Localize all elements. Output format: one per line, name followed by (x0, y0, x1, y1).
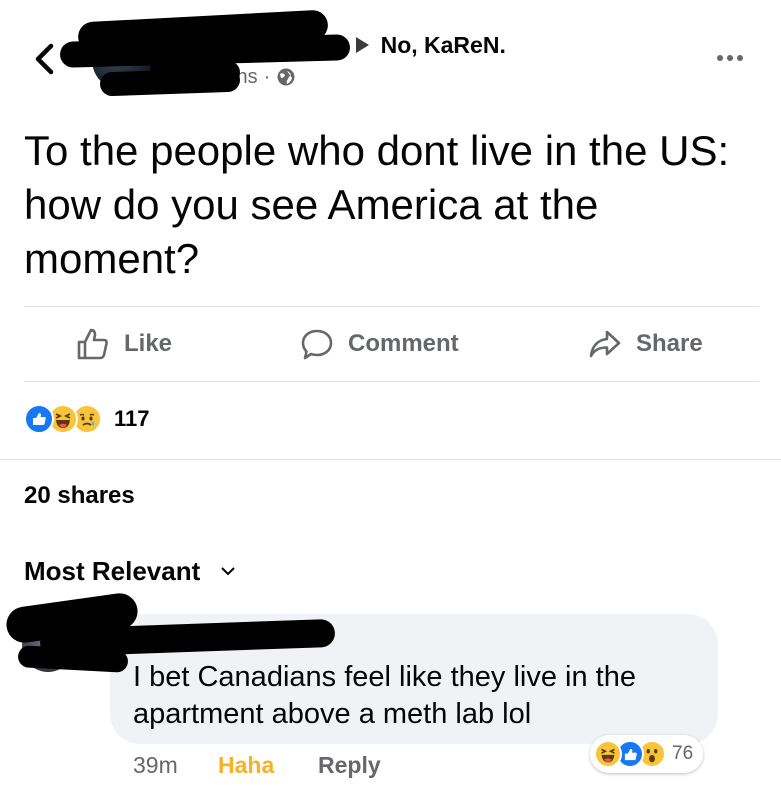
chevron-down-icon (221, 567, 235, 576)
like-button-label: Like (124, 330, 173, 357)
post-timestamp-line: ins · (232, 64, 296, 90)
reaction-summary[interactable]: 117 (24, 401, 150, 437)
divider (0, 459, 781, 460)
globe-icon (277, 68, 295, 86)
group-name-link[interactable]: No, KaReN. (381, 32, 506, 59)
comment-reply-button[interactable]: Reply (318, 752, 381, 782)
redaction-bar (99, 67, 241, 97)
haha-reaction-icon (594, 740, 622, 768)
like-reaction-icon (24, 404, 54, 434)
comment-timestamp[interactable]: 39m (133, 752, 178, 782)
like-button[interactable]: Like (76, 322, 172, 366)
comment-reaction-summary[interactable]: 76 (590, 735, 704, 773)
thumbs-up-outline-icon (77, 328, 108, 360)
comment-button[interactable]: Comment (300, 322, 459, 366)
comment-button-label: Comment (348, 330, 459, 357)
comment-sort-label: Most Relevant (24, 555, 201, 586)
share-button[interactable]: Share (588, 322, 703, 366)
reaction-count: 117 (114, 406, 150, 431)
comment-haha-button[interactable]: Haha (218, 752, 274, 782)
share-button-label: Share (636, 330, 703, 357)
comment-text: I bet Canadians feel like they live in t… (133, 661, 636, 730)
triangle-right-icon (355, 37, 369, 53)
share-arrow-icon (589, 330, 621, 358)
redaction-bar (17, 645, 129, 673)
chevron-left-icon[interactable] (30, 42, 60, 76)
comment-sort-dropdown[interactable]: Most Relevant (24, 554, 236, 588)
more-horizontal-icon[interactable] (717, 55, 743, 61)
shares-count[interactable]: 20 shares (24, 482, 135, 510)
speech-bubble-icon (301, 329, 333, 360)
divider (24, 381, 759, 382)
comment-reaction-count: 76 (672, 743, 694, 764)
separator-dot: · (263, 65, 271, 88)
post-text: To the people who dont live in the US: h… (24, 127, 730, 282)
divider (24, 306, 759, 307)
